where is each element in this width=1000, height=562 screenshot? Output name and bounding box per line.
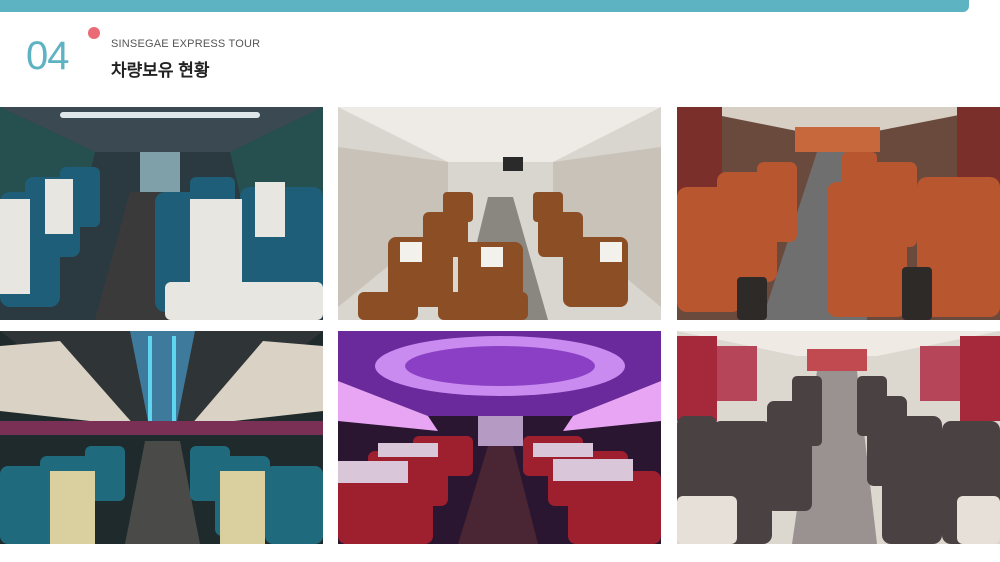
section-eyebrow: SINSEGAE EXPRESS TOUR — [111, 38, 261, 50]
bus-interior-photo-4 — [0, 331, 323, 544]
slide: 04 SINSEGAE EXPRESS TOUR 차량보유 현황 — [0, 0, 1000, 562]
bus-interior-photo-1 — [0, 107, 323, 320]
section-title: 차량보유 현황 — [111, 61, 210, 80]
top-accent-bar — [0, 0, 969, 12]
bus-interior-photo-5 — [338, 331, 661, 544]
section-number: 04 — [26, 34, 69, 78]
bus-interior-photo-3 — [677, 107, 1000, 320]
accent-dot — [88, 27, 100, 39]
bus-interior-photo-2 — [338, 107, 661, 320]
bus-interior-photo-6 — [677, 331, 1000, 544]
